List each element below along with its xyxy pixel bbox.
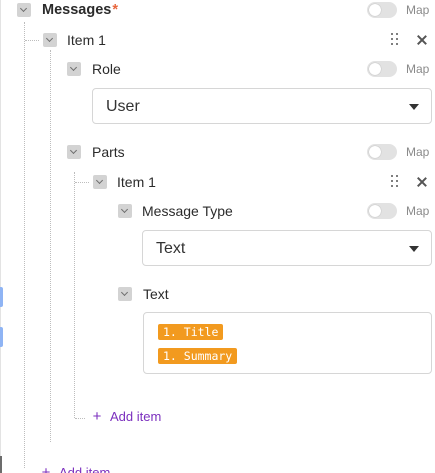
role-select-value: User [106,98,140,115]
item-1-collapse-icon[interactable] [43,33,57,47]
messages-label: Messages* [42,1,118,19]
toggle-knob [369,205,381,217]
left-panel-border [0,0,1,473]
message-type-label: Message Type [142,203,233,219]
messages-label-text: Messages [42,2,112,18]
part-item-1-label: Item 1 [117,174,156,190]
drag-handle-icon[interactable] [391,175,401,189]
message-type-collapse-icon[interactable] [118,204,132,218]
messages-tree-line [24,22,25,468]
role-collapse-icon[interactable] [67,62,81,76]
plus-icon: + [92,408,102,425]
role-map-toggle[interactable] [367,61,397,77]
parts-map-label: Map [406,145,430,159]
panel-edge-marker [0,327,3,347]
workflow-node-form: Messages* Map Item 1 Role Map User Parts… [0,0,435,473]
remove-item-close-icon[interactable] [416,34,428,46]
parts-label: Parts [92,144,125,160]
required-asterisk: * [112,2,118,18]
part-item-1-collapse-icon[interactable] [93,175,107,189]
toggle-knob [369,63,381,75]
message-type-select-value: Text [156,240,186,257]
variable-chip[interactable]: 1. Title [158,324,224,340]
plus-icon: + [41,464,51,473]
remove-part-close-icon[interactable] [416,176,428,188]
parts-map-toggle[interactable] [367,144,397,160]
messages-collapse-icon[interactable] [17,3,31,17]
messages-add-item-label: Add item [59,465,111,473]
tree-connector [75,182,89,183]
message-type-map-label: Map [406,204,430,218]
message-type-select[interactable]: Text [142,230,432,266]
role-select[interactable]: User [92,88,432,124]
tree-connector [75,418,85,419]
drag-handle-icon[interactable] [391,33,401,47]
role-map-label: Map [406,62,430,76]
parts-add-item-button[interactable]: + Add item [92,408,162,425]
text-collapse-icon[interactable] [118,287,132,301]
caret-down-icon [409,246,419,252]
variable-chip[interactable]: 1. Summary [158,348,238,364]
panel-edge-marker [0,456,2,473]
parts-collapse-icon[interactable] [67,145,81,159]
messages-add-item-button[interactable]: + Add item [41,464,111,473]
messages-map-label: Map [406,3,430,17]
text-label: Text [143,286,169,302]
text-expression-input[interactable]: 1. Title 1. Summary [143,312,432,374]
parts-tree-line [74,172,75,418]
toggle-knob [369,146,381,158]
messages-map-toggle[interactable] [367,2,397,18]
message-item-1-label: Item 1 [67,32,106,48]
toggle-knob [369,4,381,16]
panel-edge-marker [0,287,3,307]
role-label: Role [92,61,121,77]
item-1-tree-line [50,50,51,442]
tree-connector [25,40,39,41]
parts-add-item-label: Add item [110,409,162,424]
caret-down-icon [409,104,419,110]
message-type-map-toggle[interactable] [367,203,397,219]
